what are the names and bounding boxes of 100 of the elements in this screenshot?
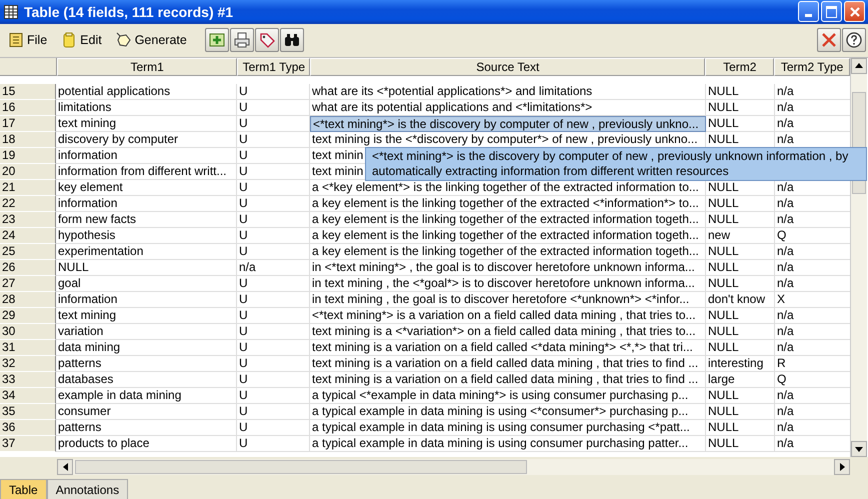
row-number: 26 xyxy=(0,260,56,276)
table-cell: U xyxy=(237,388,310,404)
row-number: 36 xyxy=(0,420,56,436)
document-icon xyxy=(8,32,24,48)
maximize-button[interactable] xyxy=(821,1,842,22)
horizontal-scrollbar[interactable] xyxy=(57,459,850,475)
column-header[interactable]: Source Text xyxy=(310,58,706,76)
table-cell[interactable]: a key element is the linking together of the extracted information togeth... xyxy=(310,228,706,244)
clipboard-icon xyxy=(61,32,78,48)
close-button[interactable] xyxy=(844,1,865,22)
table-cell[interactable]: in text mining , the goal is to discover heretofore <*unknown*> <*infor... xyxy=(310,292,706,308)
table-cell: NULL xyxy=(56,260,237,276)
table-cell[interactable]: <*text mining*> is a variation on a field called data mining , that tries to... xyxy=(310,308,706,324)
table-cell: U xyxy=(237,404,310,420)
table-cell: form new facts xyxy=(56,212,237,228)
table-cell: U xyxy=(237,180,310,196)
table-cell[interactable]: text mining is a variation on a field called <*data mining*> <*,*> that tri... xyxy=(310,340,706,356)
table-cell[interactable]: a key element is the linking together of the extracted information togeth... xyxy=(310,212,706,228)
table-cell: patterns xyxy=(56,356,237,372)
table-cell: variation xyxy=(56,324,237,340)
row-number: 25 xyxy=(0,244,56,260)
row-number: 37 xyxy=(0,436,56,452)
help-icon[interactable] xyxy=(842,28,866,52)
table-cell: U xyxy=(237,356,310,372)
column-header[interactable]: Term2 xyxy=(705,58,774,76)
menu-item[interactable]: File xyxy=(6,30,50,50)
table-cell: patterns xyxy=(56,420,237,436)
table-cell[interactable]: in text mining , the <*goal*> is to discover heretofore unknown informa... xyxy=(310,276,706,292)
print-icon[interactable] xyxy=(230,28,254,52)
menu-item[interactable]: Generate xyxy=(114,30,189,50)
table-cell: information xyxy=(56,292,237,308)
table-cell: U xyxy=(237,84,310,100)
table-cell: NULL xyxy=(706,324,775,340)
row-number: 19 xyxy=(0,148,56,164)
table-cell[interactable]: what are its <*potential applications*> and limitations xyxy=(310,84,706,100)
table-cell: products to place xyxy=(56,436,237,452)
export-icon[interactable] xyxy=(204,28,229,52)
table-cell: NULL xyxy=(706,276,775,292)
table-cell[interactable]: a key element is the linking together of the extracted information togeth... xyxy=(310,244,706,260)
table-cell[interactable]: text mining is a variation on a field called data mining , that tries to find ... xyxy=(310,356,706,372)
table-cell[interactable]: a typical <*example in data mining*> is using consumer purchasing p... xyxy=(310,388,706,404)
column-header[interactable]: Term1 xyxy=(56,58,238,76)
table-cell: U xyxy=(237,196,310,212)
row-number: 23 xyxy=(0,212,56,228)
table-cell: NULL xyxy=(706,260,775,276)
table-cell[interactable]: a typical example in data mining is using consumer purchasing <*patt... xyxy=(310,420,706,436)
binoculars-icon[interactable] xyxy=(280,28,304,52)
table-cell: don't know xyxy=(706,292,775,308)
row-number: 30 xyxy=(0,324,56,340)
tab[interactable]: Annotations xyxy=(46,479,128,499)
table-cell: experimentation xyxy=(56,244,237,260)
column-header[interactable]: Term2 Type xyxy=(774,58,850,76)
table-cell[interactable]: a typical example in data mining is using <*consumer*> purchasing p... xyxy=(310,404,706,420)
row-number: 32 xyxy=(0,356,56,372)
table-cell[interactable]: a typical example in data mining is using consumer purchasing patter... xyxy=(310,436,706,452)
scroll-thumb[interactable] xyxy=(75,460,527,474)
table-cell: U xyxy=(237,228,310,244)
table-cell[interactable]: in <*text mining*> , the goal is to discover heretofore unknown informa... xyxy=(310,260,706,276)
row-number: 31 xyxy=(0,340,56,356)
table-cell: NULL xyxy=(706,420,775,436)
table-cell[interactable]: a key element is the linking together of the extracted <*information*> to... xyxy=(310,196,706,212)
close-icon[interactable] xyxy=(817,28,841,52)
close-icon xyxy=(848,6,860,18)
menu-item[interactable]: Edit xyxy=(59,30,104,50)
row-number: 22 xyxy=(0,196,56,212)
table-cell: U xyxy=(237,420,310,436)
table-cell: U xyxy=(237,212,310,228)
table-cell[interactable]: text mining is a <*variation*> on a field called data mining , that tries to... xyxy=(310,324,706,340)
table-cell: key element xyxy=(56,180,237,196)
table-icon xyxy=(4,4,18,19)
table-cell: NULL xyxy=(706,404,775,420)
header-corner xyxy=(0,58,57,76)
table-cell: U xyxy=(237,292,310,308)
table-cell: text mining xyxy=(56,116,237,132)
minimize-button[interactable] xyxy=(798,1,819,22)
tag-icon[interactable] xyxy=(254,28,279,52)
row-number: 21 xyxy=(0,180,56,196)
table-cell: NULL xyxy=(706,196,775,212)
left-arrow-icon xyxy=(62,463,68,471)
table-cell: U xyxy=(237,340,310,356)
row-number: 18 xyxy=(0,132,56,148)
tab[interactable]: Table xyxy=(0,479,47,499)
table-cell: U xyxy=(237,436,310,452)
row-number: 15 xyxy=(0,84,56,100)
vertical-scrollbar[interactable] xyxy=(850,58,867,457)
row-number: 34 xyxy=(0,388,56,404)
row-number: 20 xyxy=(0,164,56,180)
table-cell[interactable]: <*text mining*> is the discovery by computer of new , previously unkno... xyxy=(310,116,706,132)
table-cell[interactable]: text mining is a variation on a field called data mining , that tries to find ... xyxy=(310,372,706,388)
table-cell: hypothesis xyxy=(56,228,237,244)
row-number: 27 xyxy=(0,276,56,292)
table-cell: U xyxy=(237,276,310,292)
table-cell: U xyxy=(237,132,310,148)
table-cell: U xyxy=(237,308,310,324)
row-number: 17 xyxy=(0,116,56,132)
table-cell: potential applications xyxy=(56,84,237,100)
column-header[interactable]: Term1 Type xyxy=(237,58,310,76)
row-number: 33 xyxy=(0,372,56,388)
row-number: 29 xyxy=(0,308,56,324)
table-cell: U xyxy=(237,100,310,116)
